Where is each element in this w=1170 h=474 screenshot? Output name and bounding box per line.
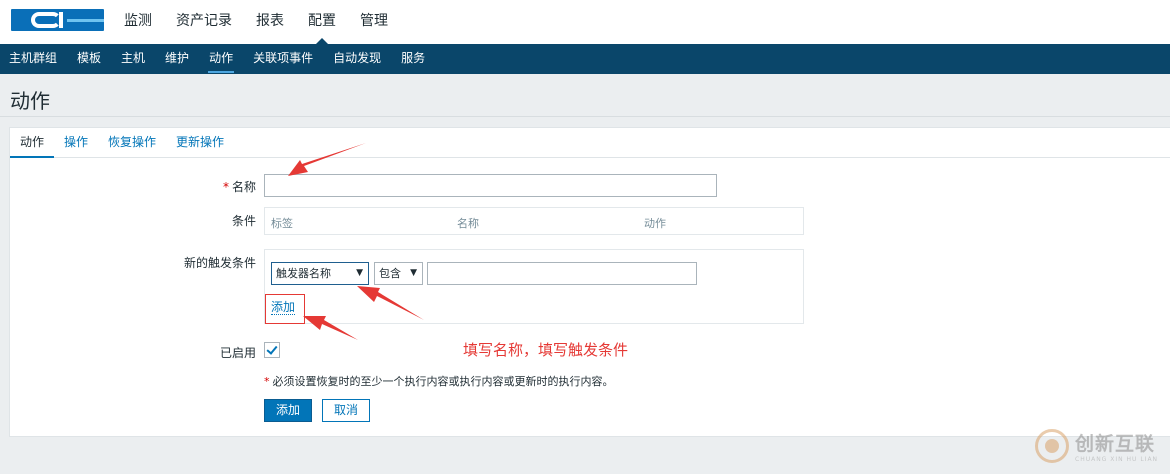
sub-nav: 主机群组 模板 主机 维护 动作 关联项事件 自动发现 服务 bbox=[0, 44, 1170, 74]
tab-operations[interactable]: 操作 bbox=[54, 128, 98, 157]
sub-nav-templates[interactable]: 模板 bbox=[67, 44, 111, 74]
add-condition-link[interactable]: 添加 bbox=[271, 300, 296, 315]
watermark-text: 创新互联 bbox=[1075, 433, 1156, 455]
watermark-icon bbox=[1035, 429, 1069, 463]
new-condition-label: 新的触发条件 bbox=[183, 256, 256, 270]
conditions-col-action: 动作 bbox=[644, 217, 666, 230]
main-nav-monitoring[interactable]: 监测 bbox=[112, 0, 164, 44]
sub-nav-actions[interactable]: 动作 bbox=[199, 44, 243, 74]
zabbix-logo[interactable] bbox=[11, 9, 104, 31]
sub-nav-host-groups[interactable]: 主机群组 bbox=[0, 44, 67, 74]
form-tabs: 动作 操作 恢复操作 更新操作 bbox=[10, 128, 1170, 158]
main-nav-configuration[interactable]: 配置 bbox=[296, 0, 348, 44]
sub-nav-event-correlation[interactable]: 关联项事件 bbox=[243, 44, 323, 74]
enabled-checkbox[interactable] bbox=[264, 342, 280, 358]
tab-update-operations[interactable]: 更新操作 bbox=[166, 128, 234, 157]
cancel-button[interactable]: 取消 bbox=[322, 399, 370, 422]
condition-value-input[interactable] bbox=[427, 262, 697, 285]
sub-nav-services[interactable]: 服务 bbox=[391, 44, 435, 74]
sub-nav-maintenance[interactable]: 维护 bbox=[155, 44, 199, 74]
condition-type-select[interactable]: 触发器名称 ▼ bbox=[271, 262, 369, 285]
watermark-subtext: CHUANG XIN HU LIAN bbox=[1075, 456, 1159, 463]
sub-nav-discovery[interactable]: 自动发现 bbox=[323, 44, 391, 74]
required-note: * 必须设置恢复时的至少一个执行内容或执行内容或更新时的执行内容。 bbox=[264, 375, 614, 388]
title-divider bbox=[0, 116, 1170, 117]
tab-action[interactable]: 动作 bbox=[10, 128, 55, 158]
sub-nav-hosts[interactable]: 主机 bbox=[111, 44, 155, 74]
name-label: * 名称 bbox=[222, 180, 256, 194]
main-nav-inventory[interactable]: 资产记录 bbox=[164, 0, 244, 44]
condition-operator-select[interactable]: 包含 ▼ bbox=[374, 262, 423, 285]
top-bar: 监测 资产记录 报表 配置 管理 bbox=[0, 0, 1170, 44]
page-title: 动作 bbox=[10, 89, 50, 113]
main-nav: 监测 资产记录 报表 配置 管理 bbox=[112, 0, 400, 44]
dropdown-arrow-icon: ▼ bbox=[410, 268, 417, 278]
conditions-label: 条件 bbox=[231, 214, 256, 228]
conditions-table: 标签 名称 动作 bbox=[264, 207, 804, 235]
conditions-col-label: 标签 bbox=[271, 217, 293, 230]
main-nav-administration[interactable]: 管理 bbox=[348, 0, 400, 44]
tab-recovery-operations[interactable]: 恢复操作 bbox=[98, 128, 166, 157]
add-button[interactable]: 添加 bbox=[264, 399, 312, 422]
name-input[interactable] bbox=[264, 174, 717, 197]
conditions-col-name: 名称 bbox=[457, 217, 479, 230]
add-condition-highlight: 添加 bbox=[265, 294, 305, 324]
dropdown-arrow-icon: ▼ bbox=[356, 268, 363, 278]
enabled-label: 已启用 bbox=[219, 346, 256, 360]
new-condition-box: 触发器名称 ▼ 包含 ▼ 添加 bbox=[264, 249, 804, 324]
action-form-card: 动作 操作 恢复操作 更新操作 * 名称 条件 标签 名称 动作 新的触发条件 触… bbox=[9, 127, 1170, 437]
watermark-logo: 创新互联 CHUANG XIN HU LIAN bbox=[1035, 427, 1158, 465]
annotation-text: 填写名称，填写触发条件 bbox=[463, 341, 629, 359]
main-nav-reports[interactable]: 报表 bbox=[244, 0, 296, 44]
